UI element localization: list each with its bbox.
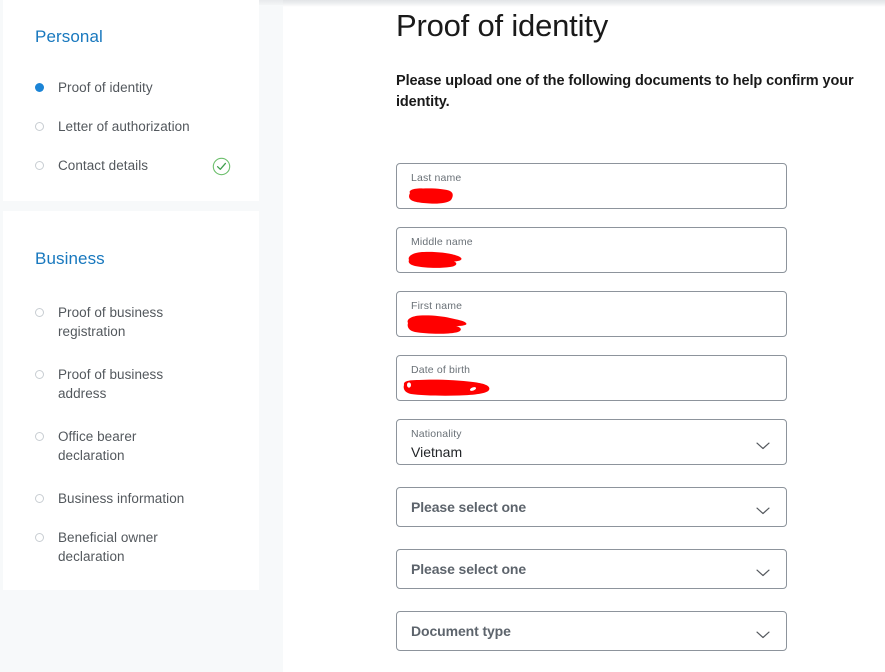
sidebar-section-business: Business Proof of business registration … xyxy=(3,211,259,590)
sidebar-item-label: Letter of authorization xyxy=(58,119,190,134)
sidebar-item-label: Beneficial owner declaration xyxy=(58,530,158,564)
nationality-label: Nationality xyxy=(411,428,462,440)
inactive-bullet-icon xyxy=(35,533,44,542)
sidebar-nav-business: Proof of business registration Proof of … xyxy=(3,303,259,590)
redaction-mark xyxy=(409,188,453,204)
header-shadow xyxy=(283,0,885,7)
sidebar-item-label: Contact details xyxy=(58,158,149,173)
sidebar-item-label: Proof of business registration xyxy=(58,305,164,339)
sidebar-item-beneficial-owner-declaration[interactable]: Beneficial owner declaration xyxy=(3,528,259,590)
sidebar-item-office-bearer-declaration[interactable]: Office bearer declaration xyxy=(3,427,259,489)
chevron-down-icon[interactable] xyxy=(756,438,770,450)
middle-name-field[interactable]: Middle name xyxy=(396,227,787,273)
inactive-bullet-icon xyxy=(35,432,44,441)
last-name-label: Last name xyxy=(411,172,462,184)
document-category-placeholder: Please select one xyxy=(411,499,527,515)
header-shadow-gutter xyxy=(259,0,283,5)
sidebar-item-contact-details[interactable]: Contact details xyxy=(3,156,259,195)
identity-form: Last name Middle name First name Date of… xyxy=(396,163,787,672)
sidebar-item-proof-of-business-address[interactable]: Proof of business address xyxy=(3,365,259,427)
inactive-bullet-icon xyxy=(35,494,44,503)
inactive-bullet-icon xyxy=(35,308,44,317)
sidebar-item-label: Proof of business address xyxy=(58,367,164,401)
sidebar-item-proof-of-business-registration[interactable]: Proof of business registration xyxy=(3,303,259,365)
nationality-select[interactable]: Nationality Vietnam xyxy=(396,419,787,465)
inactive-bullet-icon xyxy=(35,161,44,170)
sidebar-section-personal: Personal Proof of identity Letter of aut… xyxy=(3,0,259,201)
redaction-mark xyxy=(407,315,467,334)
inactive-bullet-icon xyxy=(35,122,44,131)
sidebar-heading-business: Business xyxy=(35,249,105,268)
sidebar-item-business-information[interactable]: Business information xyxy=(3,489,259,528)
main-content: Proof of identity Please upload one of t… xyxy=(283,0,885,672)
check-circle-icon xyxy=(212,157,231,176)
nationality-value: Vietnam xyxy=(411,444,463,460)
document-category-select[interactable]: Please select one xyxy=(396,487,787,527)
sidebar-item-letter-of-authorization[interactable]: Letter of authorization xyxy=(3,117,259,156)
issuing-country-placeholder: Please select one xyxy=(411,561,527,577)
sidebar-item-label: Business information xyxy=(58,491,185,506)
chevron-down-icon[interactable] xyxy=(756,627,770,639)
identity-verification-page: Personal Proof of identity Letter of aut… xyxy=(0,0,885,672)
sidebar: Personal Proof of identity Letter of aut… xyxy=(0,0,259,672)
sidebar-item-proof-of-identity[interactable]: Proof of identity xyxy=(3,78,259,117)
page-subtitle: Please upload one of the following docum… xyxy=(396,73,854,110)
first-name-label: First name xyxy=(411,300,463,312)
sidebar-item-label: Office bearer declaration xyxy=(58,429,137,463)
active-bullet-icon xyxy=(35,83,44,92)
date-of-birth-label: Date of birth xyxy=(411,364,471,376)
last-name-field[interactable]: Last name xyxy=(396,163,787,209)
redaction-mark xyxy=(403,379,490,396)
issuing-country-select[interactable]: Please select one xyxy=(396,549,787,589)
sidebar-nav-personal: Proof of identity Letter of authorizatio… xyxy=(3,78,259,195)
middle-name-label: Middle name xyxy=(411,236,473,248)
redaction-mark xyxy=(408,251,462,268)
sidebar-content-gutter xyxy=(259,0,283,672)
page-title: Proof of identity xyxy=(396,8,608,43)
chevron-down-icon[interactable] xyxy=(756,565,770,577)
first-name-field[interactable]: First name xyxy=(396,291,787,337)
date-of-birth-field[interactable]: Date of birth xyxy=(396,355,787,401)
sidebar-heading-personal: Personal xyxy=(35,27,103,46)
document-type-placeholder: Document type xyxy=(411,623,511,639)
document-type-select[interactable]: Document type xyxy=(396,611,787,651)
chevron-down-icon[interactable] xyxy=(756,503,770,515)
inactive-bullet-icon xyxy=(35,370,44,379)
sidebar-item-label: Proof of identity xyxy=(58,80,153,95)
